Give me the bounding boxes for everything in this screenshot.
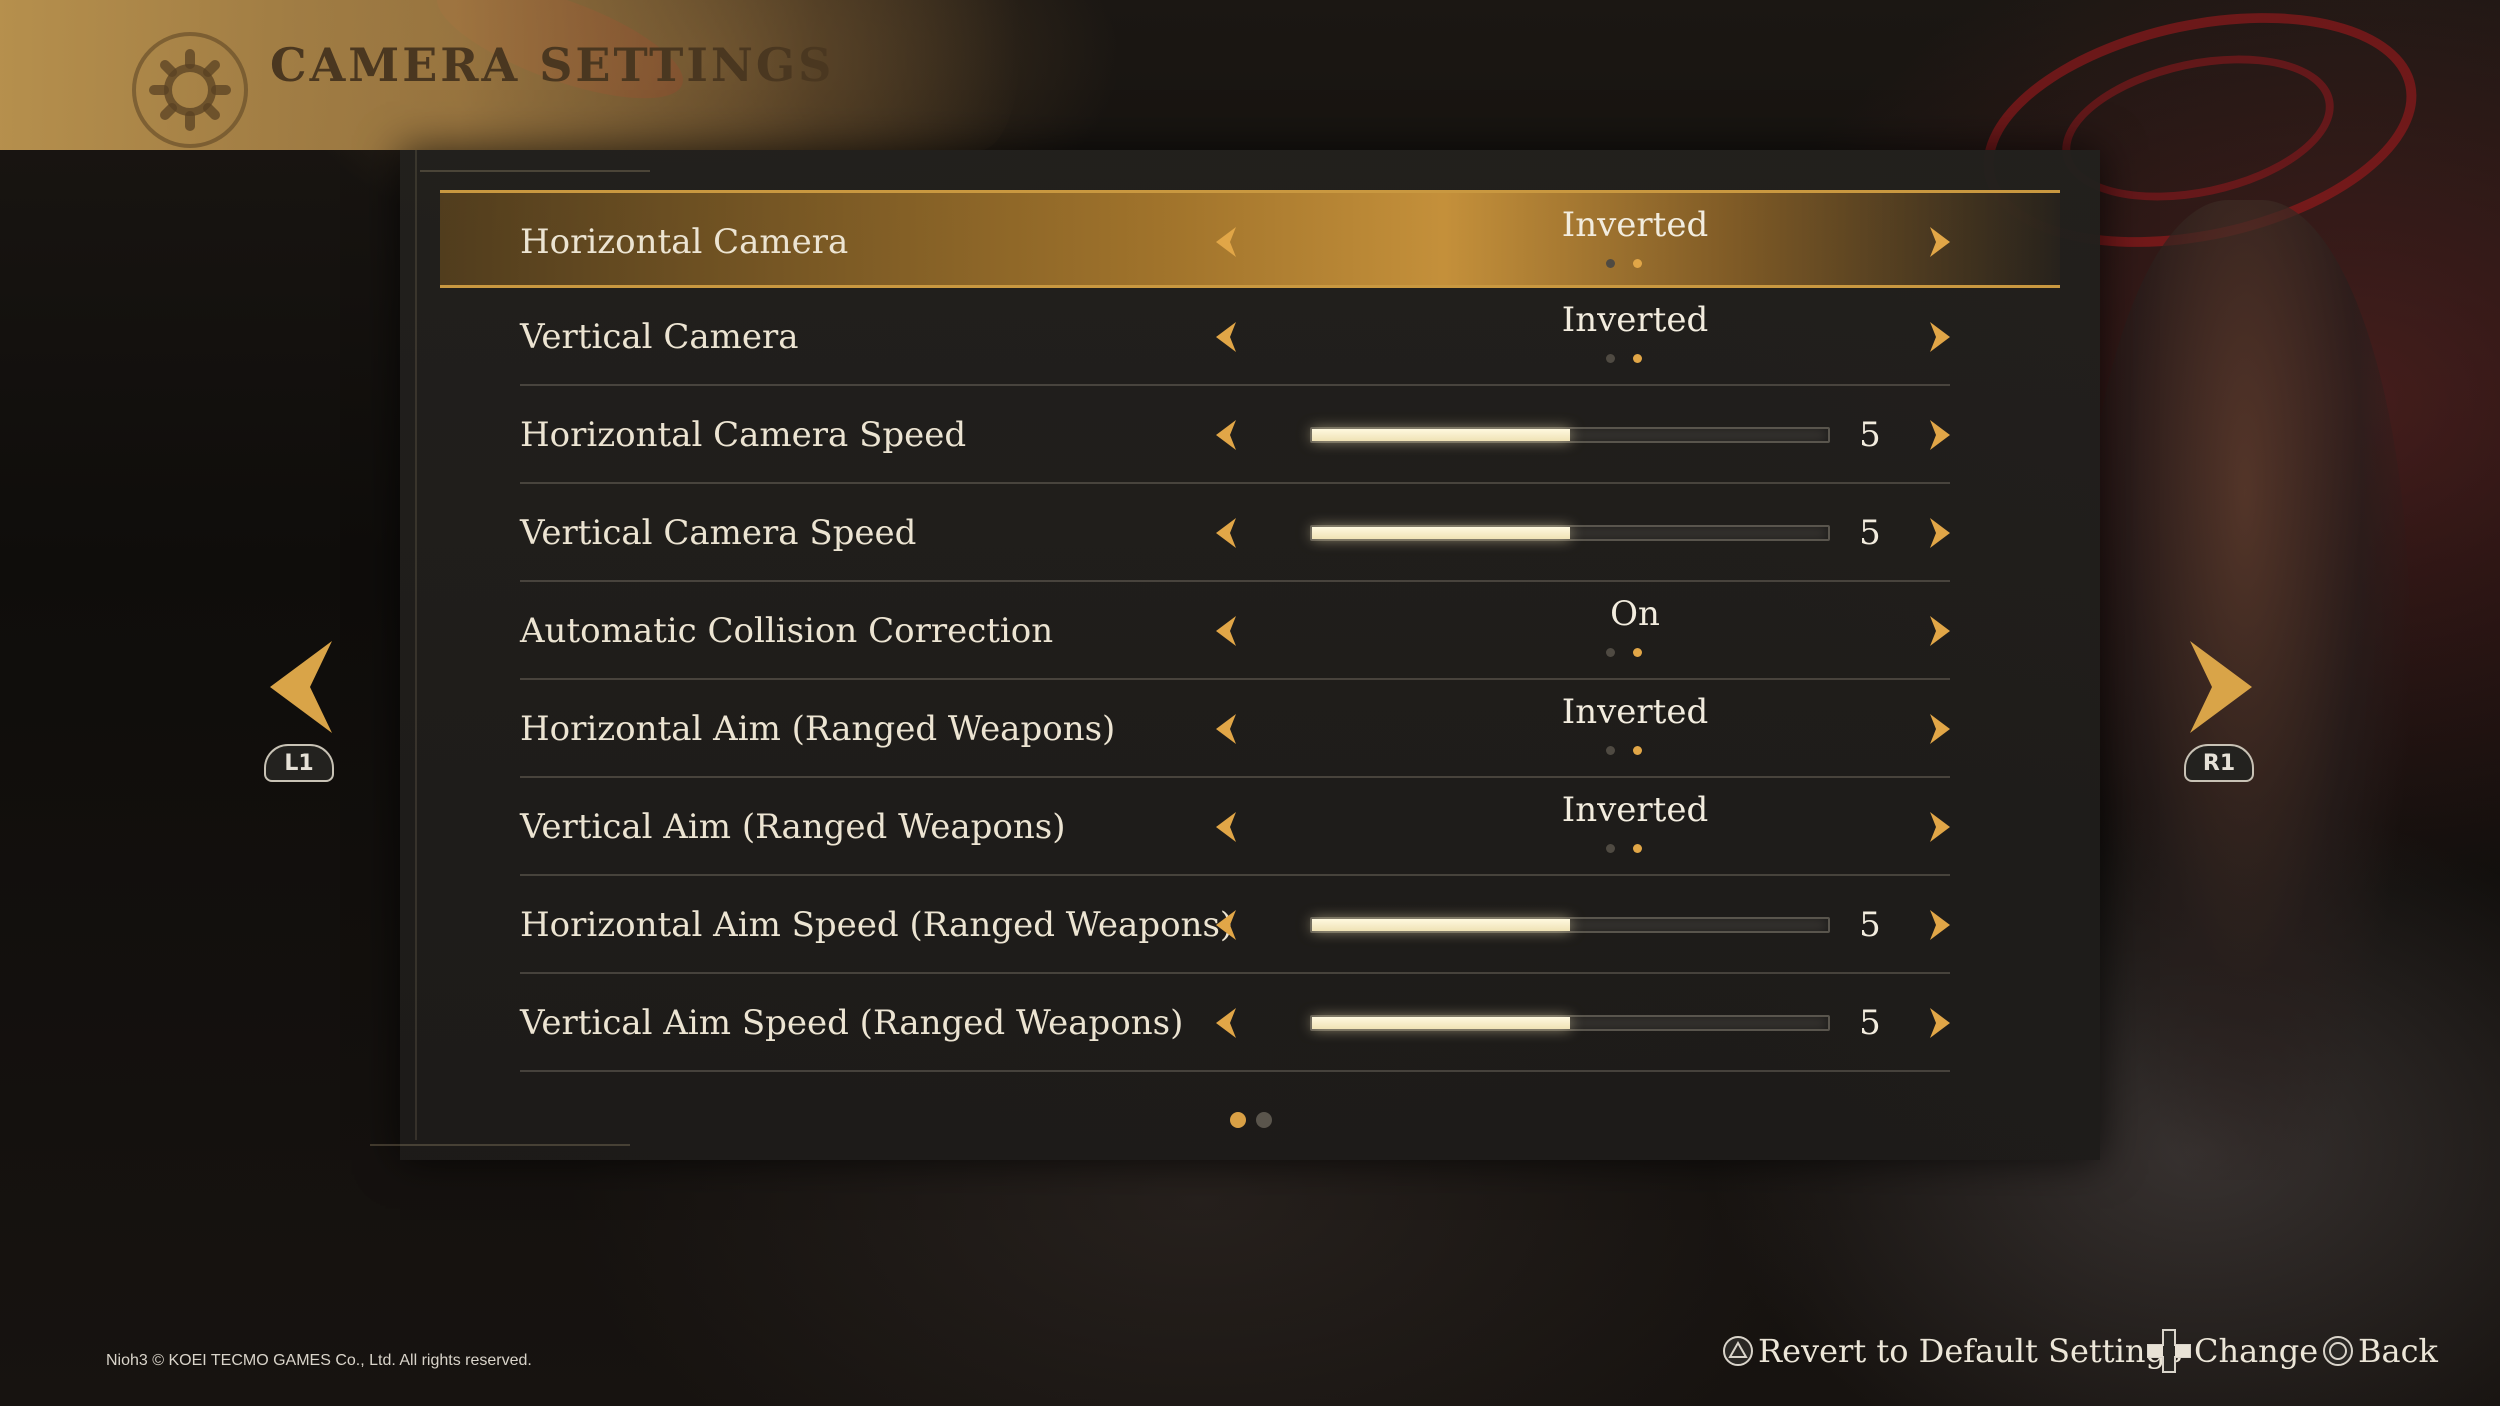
r1-button[interactable]: R1	[2184, 744, 2254, 782]
setting-slider[interactable]	[1310, 427, 1830, 443]
option-dot-inactive	[1606, 648, 1615, 657]
decrease-arrow-icon[interactable]	[1210, 711, 1246, 747]
option-dot-active	[1633, 354, 1642, 363]
page-dot-inactive	[1256, 1112, 1272, 1128]
option-indicator	[1606, 259, 1666, 271]
setting-row[interactable]: Vertical Aim Speed (Ranged Weapons) 5	[440, 974, 2060, 1072]
setting-value: Inverted	[1561, 300, 1709, 340]
decrease-arrow-icon[interactable]	[1210, 515, 1246, 551]
copyright-notice: Nioh3 © KOEI TECMO GAMES Co., Ltd. All r…	[106, 1352, 532, 1369]
slider-value: 5	[1859, 415, 1881, 455]
setting-row[interactable]: Horizontal Camera Inverted	[440, 190, 2060, 288]
slider-value: 5	[1859, 513, 1881, 553]
increase-arrow-icon[interactable]	[1920, 613, 1956, 649]
gear-icon	[132, 32, 248, 148]
camera-settings-screen: CAMERA SETTINGS Horizontal Camera Inverte…	[0, 0, 2500, 1406]
setting-label: Vertical Camera Speed	[520, 513, 917, 553]
setting-label: Vertical Aim Speed (Ranged Weapons)	[520, 1003, 1184, 1043]
setting-row[interactable]: Horizontal Aim (Ranged Weapons) Inverted	[440, 680, 2060, 778]
setting-value: On	[1610, 594, 1660, 634]
settings-list: Horizontal Camera Inverted Vertical Camera…	[0, 0, 2500, 1406]
option-dot-inactive	[1606, 746, 1615, 755]
option-dot-active	[1633, 259, 1642, 268]
circle-button-icon	[2323, 1336, 2353, 1366]
setting-row[interactable]: Horizontal Camera Speed 5	[440, 386, 2060, 484]
setting-value: Inverted	[1561, 790, 1709, 830]
option-dot-inactive	[1606, 354, 1615, 363]
setting-label: Automatic Collision Correction	[520, 611, 1054, 651]
option-dot-inactive	[1606, 844, 1615, 853]
setting-slider[interactable]	[1310, 525, 1830, 541]
setting-label: Horizontal Camera Speed	[520, 415, 967, 455]
panel-decoration	[415, 150, 417, 1140]
page-indicator	[1230, 1112, 1272, 1132]
option-dot-active	[1633, 844, 1642, 853]
option-dot-active	[1633, 746, 1642, 755]
panel-decoration	[420, 170, 650, 172]
decrease-arrow-icon[interactable]	[1210, 907, 1246, 943]
setting-value: Inverted	[1561, 205, 1709, 245]
decrease-arrow-icon[interactable]	[1210, 809, 1246, 845]
revert-defaults-label: Revert to Default Settings	[1758, 1332, 2183, 1370]
slider-fill	[1312, 429, 1570, 441]
option-indicator	[1606, 648, 1666, 660]
option-indicator	[1606, 354, 1666, 366]
setting-label: Horizontal Aim Speed (Ranged Weapons)	[520, 905, 1234, 945]
slider-fill	[1312, 527, 1570, 539]
option-dot-active	[1633, 648, 1642, 657]
setting-row[interactable]: Vertical Aim (Ranged Weapons) Inverted	[440, 778, 2060, 876]
change-label: Change	[2194, 1332, 2319, 1370]
option-dot-inactive	[1606, 259, 1615, 268]
slider-value: 5	[1859, 905, 1881, 945]
setting-row[interactable]: Horizontal Aim Speed (Ranged Weapons) 5	[440, 876, 2060, 974]
l1-button[interactable]: L1	[264, 744, 334, 782]
change-button[interactable]: Change	[2146, 1328, 2318, 1374]
increase-arrow-icon[interactable]	[1920, 515, 1956, 551]
revert-defaults-button[interactable]: Revert to Default Settings	[1722, 1328, 2182, 1374]
decrease-arrow-icon[interactable]	[1210, 319, 1246, 355]
setting-label: Vertical Camera	[520, 317, 799, 357]
slider-fill	[1312, 919, 1570, 931]
setting-label: Vertical Aim (Ranged Weapons)	[520, 807, 1066, 847]
back-button[interactable]: Back	[2322, 1328, 2438, 1374]
increase-arrow-icon[interactable]	[1920, 1005, 1956, 1041]
increase-arrow-icon[interactable]	[1920, 224, 1956, 260]
option-indicator	[1606, 844, 1666, 856]
setting-slider[interactable]	[1310, 1015, 1830, 1031]
increase-arrow-icon[interactable]	[1920, 809, 1956, 845]
page-dot-active	[1230, 1112, 1246, 1128]
dpad-icon	[2147, 1329, 2191, 1373]
header-banner: CAMERA SETTINGS	[0, 0, 1020, 150]
triangle-button-icon	[1723, 1336, 1753, 1366]
decrease-arrow-icon[interactable]	[1210, 224, 1246, 260]
increase-arrow-icon[interactable]	[1920, 319, 1956, 355]
page-title: CAMERA SETTINGS	[270, 38, 835, 92]
setting-value: Inverted	[1561, 692, 1709, 732]
slider-fill	[1312, 1017, 1570, 1029]
setting-row[interactable]: Automatic Collision Correction On	[440, 582, 2060, 680]
increase-arrow-icon[interactable]	[1920, 711, 1956, 747]
setting-slider[interactable]	[1310, 917, 1830, 933]
slider-value: 5	[1859, 1003, 1881, 1043]
setting-label: Horizontal Aim (Ranged Weapons)	[520, 709, 1116, 749]
option-indicator	[1606, 746, 1666, 758]
back-label: Back	[2358, 1332, 2438, 1370]
setting-row[interactable]: Vertical Camera Speed 5	[440, 484, 2060, 582]
previous-page-arrow-icon[interactable]	[262, 637, 342, 737]
panel-decoration	[370, 1144, 630, 1146]
next-page-arrow-icon[interactable]	[2180, 637, 2260, 737]
setting-label: Horizontal Camera	[520, 222, 849, 262]
decrease-arrow-icon[interactable]	[1210, 417, 1246, 453]
increase-arrow-icon[interactable]	[1920, 907, 1956, 943]
increase-arrow-icon[interactable]	[1920, 417, 1956, 453]
decrease-arrow-icon[interactable]	[1210, 1005, 1246, 1041]
setting-row[interactable]: Vertical Camera Inverted	[440, 288, 2060, 386]
decrease-arrow-icon[interactable]	[1210, 613, 1246, 649]
